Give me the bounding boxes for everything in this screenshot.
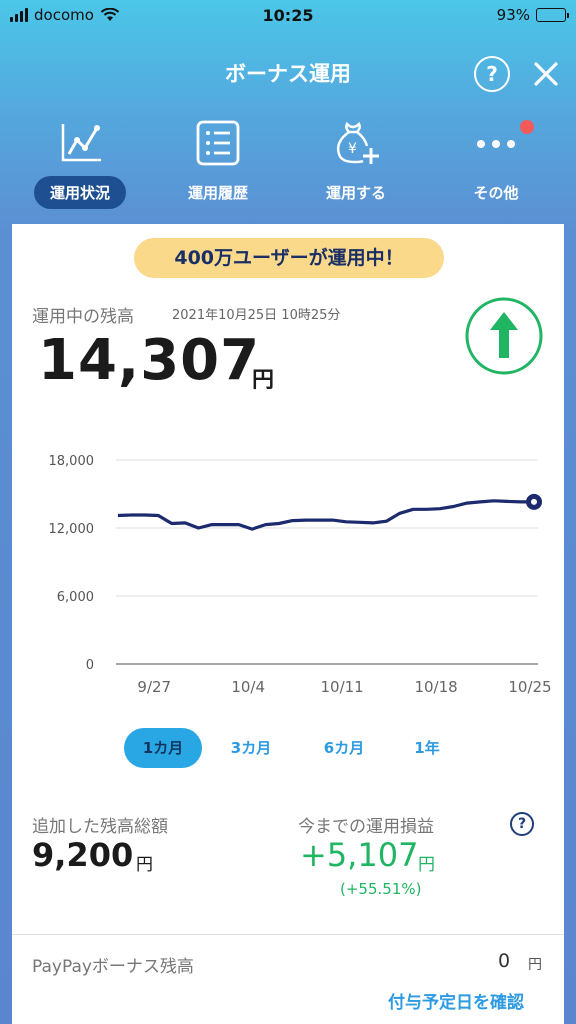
period-3m-button[interactable]: 3カ月 <box>216 728 286 768</box>
chart-series-line <box>117 499 534 531</box>
profit-loss-label: 今までの運用損益 <box>298 817 434 837</box>
nav-item-invest[interactable]: ¥ 運用する <box>286 112 426 212</box>
chart-x-tick-label: 10/25 <box>508 678 551 696</box>
chart-x-tick-label: 10/11 <box>321 678 364 696</box>
nav-label-status: 運用状況 <box>33 176 127 209</box>
profit-loss-value: +5,107 <box>300 836 419 874</box>
balance-label: 運用中の残高 <box>32 307 134 327</box>
nav-item-history[interactable]: 運用履歴 <box>148 112 288 212</box>
bonus-balance-label: PayPayボーナス残高 <box>32 957 194 977</box>
chart-last-point-center <box>531 498 537 505</box>
period-selector: 1カ月 3カ月 6カ月 1年 <box>12 728 564 768</box>
yen-bag-plus-icon: ¥ <box>336 121 379 164</box>
list-icon <box>196 120 240 166</box>
more-dots-icon <box>477 140 515 148</box>
help-button[interactable]: ? <box>474 56 510 92</box>
users-banner: 400万ユーザーが運用中！ <box>134 238 444 278</box>
period-1m-button[interactable]: 1カ月 <box>124 728 202 768</box>
balance-timestamp: 2021年10月25日 10時25分 <box>172 308 341 323</box>
chart-x-tick-label: 9/27 <box>137 678 171 696</box>
chart-y-tick-label: 12,000 <box>49 522 95 537</box>
main-card: 400万ユーザーが運用中！ 運用中の残高 2021年10月25日 10時25分 … <box>12 224 564 1024</box>
balance-value: 14,307 <box>38 328 261 393</box>
clock: 10:25 <box>262 6 314 25</box>
battery-percent: 93% <box>496 6 530 24</box>
nav-label-history: 運用履歴 <box>187 184 249 202</box>
divider <box>12 934 564 935</box>
chart-y-tick-label: 0 <box>86 658 94 673</box>
added-balance-value: 9,200 <box>32 836 134 874</box>
battery-icon <box>536 8 569 22</box>
grant-date-link[interactable]: 付与予定日を確認 <box>388 988 524 1013</box>
bonus-balance-value: 0 <box>498 950 511 972</box>
chart-y-tick-label: 18,000 <box>49 454 95 469</box>
profit-help-icon[interactable]: ? <box>510 812 534 836</box>
profit-loss-percent: (+55.51%) <box>340 880 422 898</box>
top-nav: 運用状況 運用履歴 ¥ 運用する その他 <box>0 112 576 212</box>
added-balance-label: 追加した残高総額 <box>32 817 168 837</box>
chart-x-tick-label: 10/4 <box>231 678 265 696</box>
profit-loss-unit: 円 <box>418 855 435 875</box>
balance-chart: 18,000 12,000 6,000 0 9/27 10/4 10/11 10/18 10/2… <box>49 454 552 696</box>
svg-text:¥: ¥ <box>348 141 357 157</box>
battery-group: 93% <box>496 6 569 24</box>
bonus-balance-unit: 円 <box>528 957 542 973</box>
status-bar: docomo 10:25 93% <box>0 0 576 34</box>
nav-item-status[interactable]: 運用状況 <box>10 112 150 212</box>
chart-y-tick-label: 6,000 <box>57 590 94 605</box>
period-1y-button[interactable]: 1年 <box>402 728 452 768</box>
nav-label-more: その他 <box>473 184 519 202</box>
trend-up-icon <box>465 297 543 375</box>
notification-badge <box>520 120 534 134</box>
nav-item-more[interactable]: その他 <box>426 112 566 212</box>
close-icon[interactable] <box>528 56 564 92</box>
chart-x-tick-label: 10/18 <box>414 678 457 696</box>
period-6m-button[interactable]: 6カ月 <box>308 728 380 768</box>
line-chart-icon <box>61 124 101 162</box>
nav-label-invest: 運用する <box>325 184 387 202</box>
added-balance-unit: 円 <box>136 855 153 875</box>
balance-unit: 円 <box>252 368 275 393</box>
